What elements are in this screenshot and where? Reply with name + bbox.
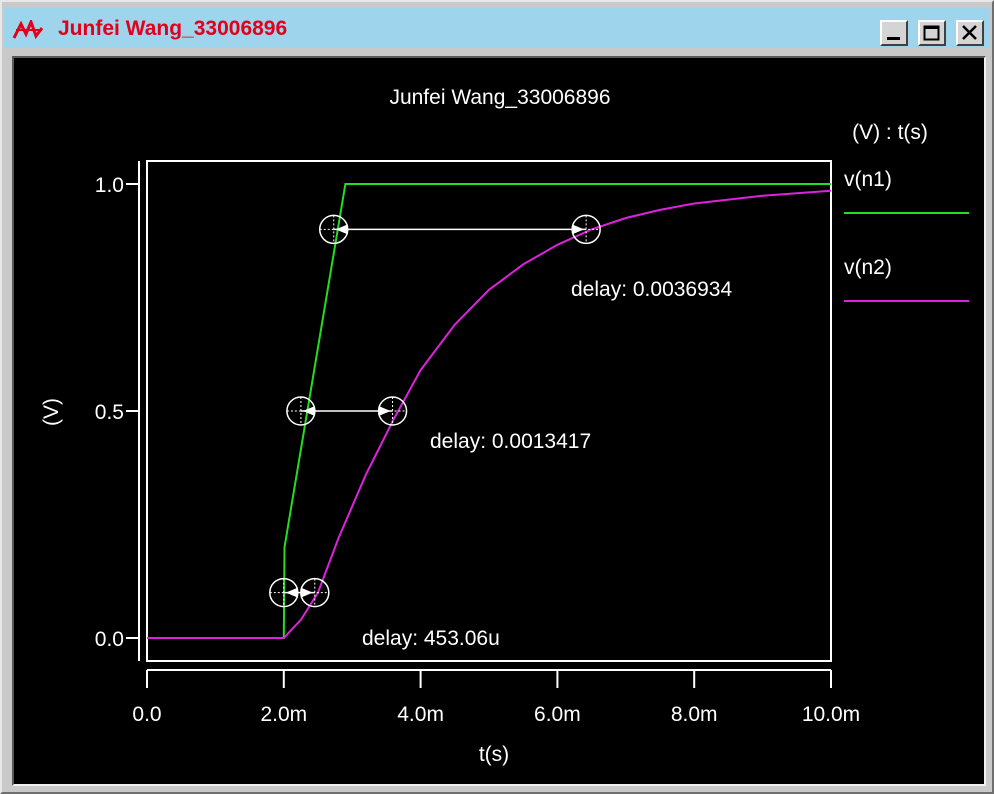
y-tick-label: 1.0 [95, 174, 124, 197]
y-axis-label: (V) [40, 398, 63, 426]
title-bar[interactable]: Junfei Wang_33006896 [4, 8, 990, 48]
minimize-button[interactable] [880, 20, 908, 46]
x-tick-label: 0.0 [132, 703, 161, 726]
x-tick-label: 8.0m [671, 703, 718, 726]
waveform-app-icon [12, 17, 46, 40]
series-line-v-n1 [147, 183, 831, 639]
x-tick-label: 4.0m [397, 703, 444, 726]
x-tick-label: 2.0m [260, 703, 307, 726]
delay-label: delay: 0.0013417 [430, 430, 591, 453]
plot-area: Junfei Wang_33006896 (V) : t(s) t(s) (V)… [12, 56, 986, 786]
delay-label: delay: 0.0036934 [571, 278, 732, 301]
legend-label: v(n1) [844, 168, 892, 191]
x-tick-label: 10.0m [802, 703, 860, 726]
legend-title: (V) : t(s) [852, 121, 928, 144]
series-line-v-n2 [147, 189, 832, 639]
maximize-icon [923, 25, 940, 41]
legend-label: v(n2) [844, 256, 892, 279]
waveform-window: Junfei Wang_33006896 Junfei Wang_3300689… [0, 0, 994, 794]
chart-title: Junfei Wang_33006896 [389, 86, 610, 109]
delay-label: delay: 453.06u [362, 627, 500, 650]
minimize-icon [887, 37, 900, 40]
y-tick-label: 0.0 [95, 628, 124, 651]
waveform-chart[interactable]: Junfei Wang_33006896 (V) : t(s) t(s) (V)… [14, 58, 984, 784]
close-icon [962, 25, 977, 40]
x-axis-label: t(s) [479, 743, 509, 766]
maximize-button[interactable] [918, 20, 946, 46]
x-tick-label: 6.0m [534, 703, 581, 726]
plot-border [146, 160, 832, 662]
close-button[interactable] [956, 20, 984, 46]
window-title: Junfei Wang_33006896 [58, 17, 288, 40]
y-tick-label: 0.5 [95, 401, 124, 424]
